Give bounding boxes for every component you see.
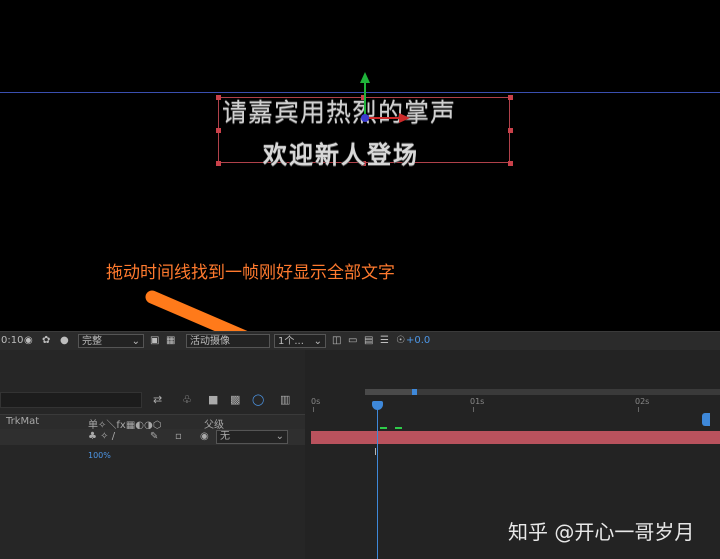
chevron-down-icon: ⌄ bbox=[275, 431, 284, 442]
flowchart-icon[interactable]: ☰ bbox=[380, 334, 389, 348]
view-layout-select[interactable]: 1个... ⌄ bbox=[274, 334, 326, 348]
time-ruler[interactable]: 0s 01s 02s bbox=[305, 395, 720, 413]
transform-handle[interactable] bbox=[508, 128, 513, 133]
layer-search-input[interactable] bbox=[0, 392, 142, 408]
graph-editor-icon[interactable]: ▥ bbox=[280, 393, 290, 406]
ruler-label: 02s bbox=[635, 397, 650, 406]
layer-column-header: TrkMat 单✧＼fx▦◐◑⬡ 父级 bbox=[0, 414, 305, 431]
fast-previews-icon[interactable]: ▭ bbox=[348, 334, 357, 348]
transform-handle[interactable] bbox=[508, 95, 513, 100]
reset-exposure-icon[interactable]: ☉ bbox=[396, 334, 405, 348]
color-channels-icon[interactable]: ● bbox=[60, 334, 69, 348]
composition-text-line-2: 欢迎新人登场 bbox=[263, 141, 419, 169]
frame-blending-icon[interactable]: ▩ bbox=[230, 393, 240, 406]
viewer-toolbar: 0:10 ◉ ✿ ● 完整 ⌄ ▣ ▦ 活动摄像 1个... ⌄ ◫ ▭ ▤ ☰ ☉… bbox=[0, 331, 720, 350]
timeline-scroll-handle[interactable] bbox=[702, 413, 710, 426]
composition-text-line-1: 请嘉宾用热烈的掌声 bbox=[222, 98, 457, 127]
trkmat-column-header: TrkMat bbox=[6, 416, 40, 427]
ruler-tick bbox=[473, 407, 474, 412]
pickwhip-icon[interactable]: ◉ bbox=[200, 431, 209, 442]
layer-row[interactable]: ♣ ✧ / ✎ ▫ ◉ 无 ⌄ bbox=[0, 429, 305, 445]
resolution-select[interactable]: 完整 ⌄ bbox=[78, 334, 144, 348]
ruler-label: 01s bbox=[470, 397, 485, 406]
keyframe-marker-icon[interactable]: I bbox=[374, 447, 377, 458]
watermark: 知乎 @开心一哥岁月 bbox=[508, 520, 695, 544]
camera-value: 活动摄像 bbox=[190, 336, 230, 347]
view-layout-value: 1个... bbox=[278, 336, 304, 347]
show-snapshot-icon[interactable]: ✿ bbox=[42, 334, 50, 348]
cache-indicator bbox=[380, 427, 387, 429]
composition-mini-flowchart-icon[interactable]: ⇄ bbox=[153, 393, 162, 406]
draft-3d-icon[interactable]: ♧ bbox=[182, 393, 192, 406]
resolution-value: 完整 bbox=[82, 336, 102, 347]
layer-outline-panel bbox=[0, 350, 305, 559]
parent-select[interactable]: 无 ⌄ bbox=[216, 430, 288, 444]
hide-shy-layers-icon[interactable]: ■ bbox=[208, 393, 218, 406]
motion-blur-icon[interactable]: ◯ bbox=[252, 393, 264, 406]
transform-handle[interactable] bbox=[216, 128, 221, 133]
layer-switch-icons[interactable]: ♣ ✧ / bbox=[88, 431, 115, 442]
cache-indicator bbox=[395, 427, 402, 429]
layer-duration-bar[interactable] bbox=[311, 431, 720, 444]
region-of-interest-icon[interactable]: ▣ bbox=[150, 334, 159, 348]
scale-value[interactable]: 100% bbox=[88, 451, 111, 460]
camera-icon[interactable]: ◉ bbox=[24, 334, 33, 348]
anchor-point-gizmo[interactable] bbox=[352, 70, 412, 130]
transparency-grid-icon[interactable]: ▦ bbox=[166, 334, 175, 348]
ruler-tick bbox=[638, 407, 639, 412]
toggle-pixel-aspect-icon[interactable]: ◫ bbox=[332, 334, 341, 348]
effect-switch-icon[interactable]: ✎ bbox=[150, 431, 158, 442]
transform-handle[interactable] bbox=[216, 161, 221, 166]
current-time-indicator-line[interactable] bbox=[377, 404, 378, 559]
3d-layer-icon[interactable]: ▫ bbox=[175, 431, 182, 442]
chevron-down-icon: ⌄ bbox=[131, 336, 140, 347]
transform-handle[interactable] bbox=[216, 95, 221, 100]
ruler-tick bbox=[313, 407, 314, 412]
parent-value: 无 bbox=[220, 431, 230, 442]
current-time[interactable]: 0:10 bbox=[1, 334, 23, 348]
ruler-label: 0s bbox=[311, 397, 321, 406]
timeline-icon[interactable]: ▤ bbox=[364, 334, 373, 348]
camera-select[interactable]: 活动摄像 bbox=[186, 334, 270, 348]
transform-handle[interactable] bbox=[508, 161, 513, 166]
instruction-annotation: 拖动时间线找到一帧刚好显示全部文字 bbox=[106, 263, 395, 283]
chevron-down-icon: ⌄ bbox=[313, 336, 322, 347]
exposure-value[interactable]: +0.0 bbox=[406, 334, 430, 348]
